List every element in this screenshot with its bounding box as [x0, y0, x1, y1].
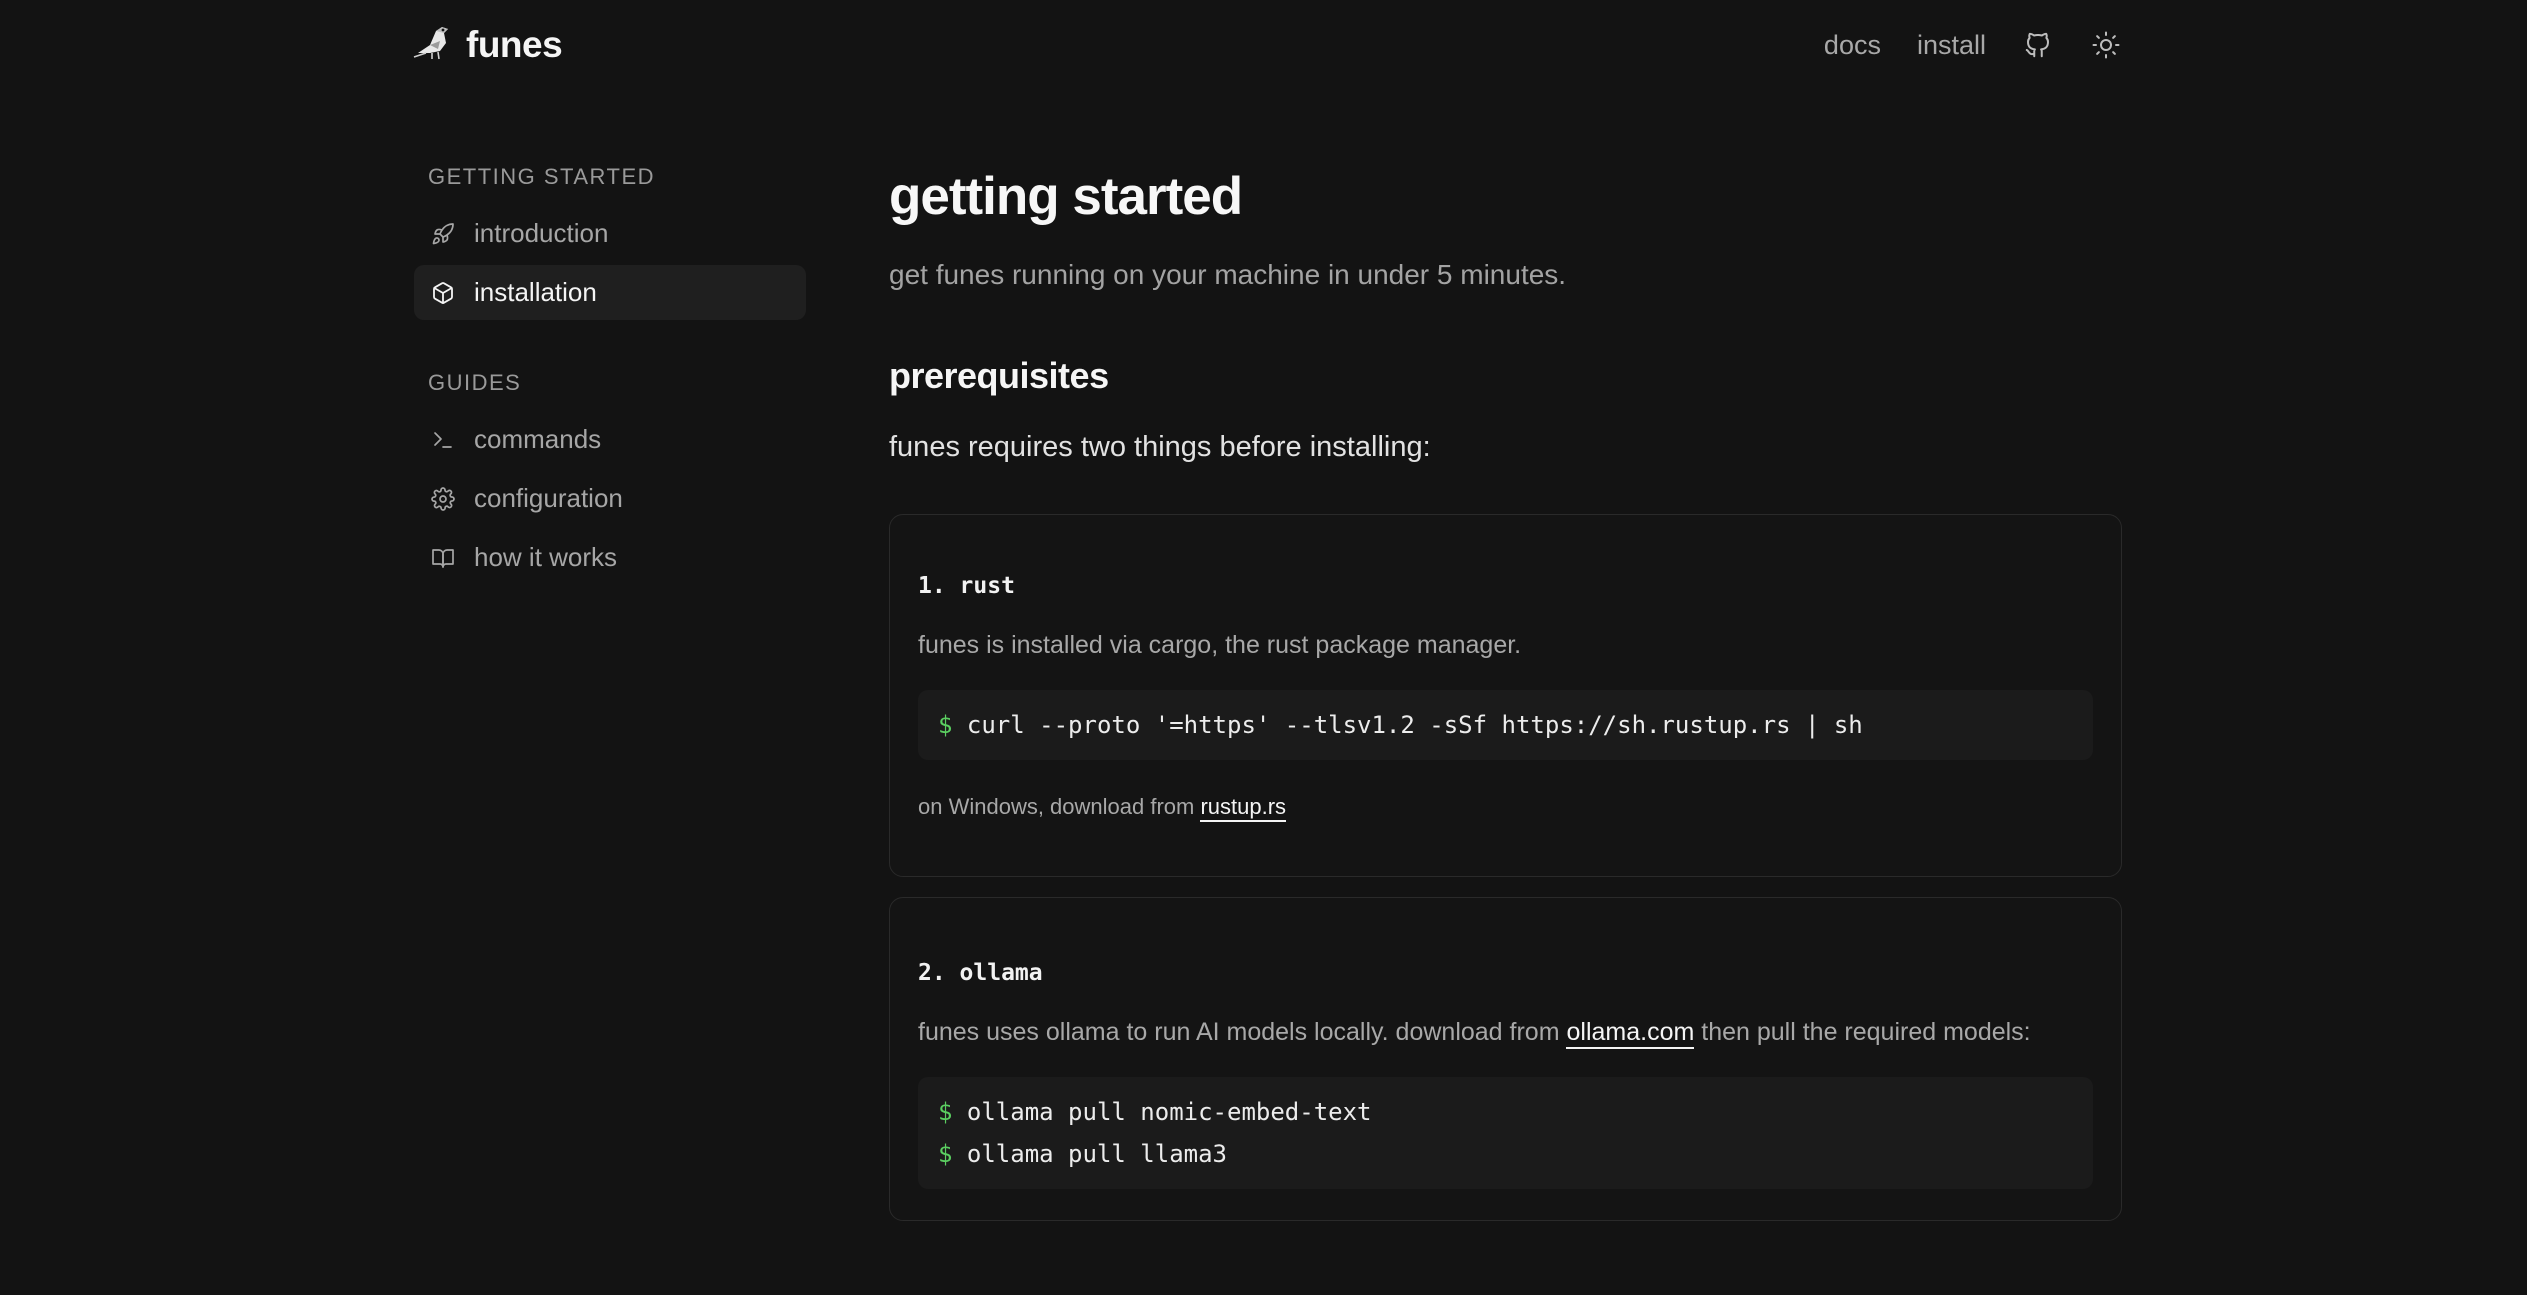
card-title: 2. ollama	[918, 960, 1043, 986]
card-text: funes uses ollama to run AI models local…	[918, 1018, 2093, 1049]
sidebar-item-label: how it works	[474, 542, 618, 572]
package-icon	[430, 280, 456, 306]
sun-icon[interactable]	[2090, 29, 2122, 61]
card-text-prefix: funes uses ollama to run AI models local…	[918, 1018, 1567, 1046]
shell-prompt: $	[938, 1098, 953, 1126]
rustup-link[interactable]: rustup.rs	[1200, 794, 1287, 822]
sidebar-item-label: configuration	[474, 483, 623, 513]
sidebar-item-how-it-works[interactable]: how it works	[414, 530, 806, 585]
prereq-card-ollama: 2. ollama funes uses ollama to run AI mo…	[889, 897, 2122, 1221]
top-nav: docs install	[1824, 29, 2122, 61]
shell-prompt: $	[938, 711, 953, 739]
sidebar-item-installation[interactable]: installation	[414, 265, 806, 320]
sidebar-heading-getting-started: GETTING STARTED	[428, 164, 656, 189]
code-block[interactable]: $ ollama pull nomic-embed-text $ ollama …	[918, 1077, 2093, 1189]
nav-docs-link[interactable]: docs	[1824, 30, 1881, 61]
sidebar-item-label: commands	[474, 424, 602, 454]
book-icon	[430, 545, 456, 571]
bird-logo-icon	[412, 23, 454, 68]
code-line: $ ollama pull nomic-embed-text	[938, 1091, 2073, 1133]
brand-name: funes	[466, 24, 563, 65]
rocket-icon	[430, 221, 456, 247]
gear-icon	[430, 486, 456, 512]
brand-logo-link[interactable]: funes	[412, 23, 563, 68]
sidebar-item-configuration[interactable]: configuration	[414, 471, 806, 526]
card-text: funes is installed via cargo, the rust p…	[918, 631, 1522, 659]
sidebar: GETTING STARTED introduction installatio…	[414, 160, 806, 585]
sidebar-item-commands[interactable]: commands	[414, 412, 806, 467]
sidebar-heading-guides: GUIDES	[428, 370, 522, 395]
prereq-card-rust: 1. rust funes is installed via cargo, th…	[889, 514, 2122, 877]
page-subtitle: get funes running on your machine in und…	[889, 259, 1567, 290]
code-command: ollama pull llama3	[966, 1140, 1227, 1168]
card-text-suffix: then pull the required models:	[1694, 1018, 2031, 1046]
code-command: curl --proto '=https' --tlsv1.2 -sSf htt…	[966, 711, 1863, 739]
top-header: funes docs install	[412, 18, 2122, 72]
note-text: on Windows, download from	[918, 794, 1201, 819]
github-icon[interactable]	[2022, 29, 2054, 61]
page-title: getting started	[889, 167, 1243, 226]
code-block[interactable]: $ curl --proto '=https' --tlsv1.2 -sSf h…	[918, 690, 2093, 760]
ollama-link[interactable]: ollama.com	[1566, 1018, 1695, 1049]
page: funes docs install GETTING STARTED intro…	[0, 0, 2527, 1295]
shell-prompt: $	[938, 1140, 953, 1168]
sidebar-item-introduction[interactable]: introduction	[414, 206, 806, 261]
terminal-icon	[430, 427, 456, 453]
code-command: ollama pull nomic-embed-text	[966, 1098, 1372, 1126]
sidebar-item-label: introduction	[474, 218, 609, 248]
card-note: on Windows, download from rustup.rs	[918, 794, 2093, 822]
card-title: 1. rust	[918, 573, 1015, 599]
code-line: $ ollama pull llama3	[938, 1133, 2073, 1175]
section-title-prerequisites: prerequisites	[889, 355, 1109, 396]
code-line: $ curl --proto '=https' --tlsv1.2 -sSf h…	[938, 704, 2073, 746]
main-content: getting started get funes running on you…	[889, 160, 2122, 1221]
section-lead: funes requires two things before install…	[889, 431, 1431, 463]
nav-install-link[interactable]: install	[1917, 30, 1986, 61]
sidebar-item-label: installation	[474, 277, 597, 307]
